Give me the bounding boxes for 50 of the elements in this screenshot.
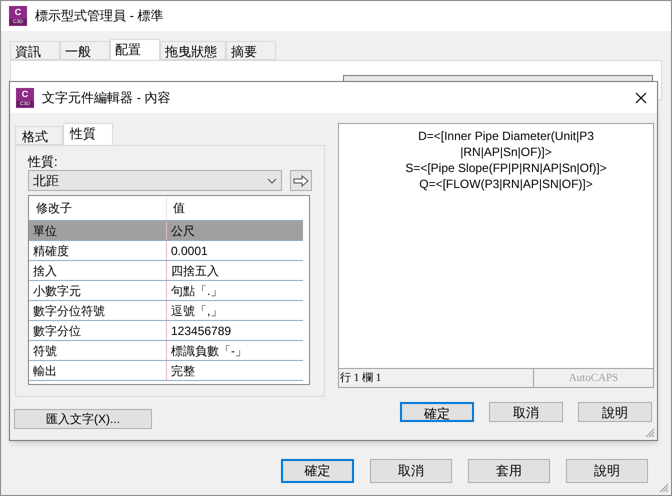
table-cell-text: 標識負數「-」 xyxy=(170,342,247,360)
dialog-button[interactable]: 確定 xyxy=(281,459,354,483)
table-cell-text: 四捨五入 xyxy=(170,262,219,280)
dialog-button[interactable]: 說明 xyxy=(566,459,648,483)
table-cell: 輸出 xyxy=(29,361,167,380)
cursor-position: 行 1 欄 1 xyxy=(339,371,382,386)
tab[interactable]: 資訊 xyxy=(10,41,60,60)
window-title: 標示型式管理員 - 標準 xyxy=(35,7,164,26)
property-dropdown[interactable]: 北距 xyxy=(28,170,282,191)
import-text-button[interactable]: 匯入文字(X)... xyxy=(14,409,152,429)
dialog-button[interactable]: 說明 xyxy=(578,402,652,422)
table-row[interactable]: 單位 公尺 xyxy=(29,220,303,240)
preview-text-line: |RN|AP|Sn|OF)]> xyxy=(460,144,552,160)
table-row[interactable]: 數字分位符號 逗號「,」 xyxy=(29,300,303,320)
tab[interactable]: 拖曳狀態 xyxy=(160,41,226,60)
tab[interactable]: 摘要 xyxy=(226,41,276,60)
field-label: 性質: xyxy=(28,153,59,170)
dialog-button[interactable]: 套用 xyxy=(468,459,550,483)
table-cell-text: 公尺 xyxy=(170,222,195,240)
table-row[interactable]: 捨入 四捨五入 xyxy=(29,260,303,280)
tab[interactable]: 性質 xyxy=(63,123,113,145)
table-cell-text: 0.0001 xyxy=(170,242,208,260)
dialog-button[interactable]: 取消 xyxy=(489,402,563,422)
resize-grip-icon[interactable] xyxy=(659,483,669,493)
table-row[interactable]: 數字分位 123456789 xyxy=(29,320,303,340)
chevron-down-icon xyxy=(267,178,277,184)
tab[interactable]: 配置 xyxy=(110,39,160,60)
table-row[interactable]: 精確度 0.0001 xyxy=(29,240,303,260)
table-cell-text: 句點「.」 xyxy=(170,282,222,300)
preview-text-line: Q=<[FLOW(P3|RN|AP|SN|OF)]> xyxy=(419,176,593,192)
table-row[interactable]: 符號 標識負數「-」 xyxy=(29,340,303,360)
table-cell-text: 完整 xyxy=(170,362,195,380)
table-row[interactable]: 輸出 完整 xyxy=(29,360,303,380)
text-preview-area[interactable]: D=<[Inner Pipe Diameter(Unit|P3 |RN|AP|Sn|OF)]> S=<[Pipe Slope(FP|P|RN|AP|Sn|Of)]> Q=<[FLOW(P3|RN|AP|SN|OF)]> xyxy=(338,123,654,368)
close-icon[interactable] xyxy=(635,92,647,104)
table-row[interactable]: 小數字元 句點「.」 xyxy=(29,280,303,300)
dialog-title: 文字元件編輯器 - 內容 xyxy=(42,88,171,107)
tab[interactable]: 格式 xyxy=(15,126,63,145)
preview-text-line: D=<[Inner Pipe Diameter(Unit|P3 xyxy=(418,128,594,144)
table-cell-text: 123456789 xyxy=(170,322,232,340)
preview-text-line: S=<[Pipe Slope(FP|P|RN|AP|Sn|Of)]> xyxy=(405,160,607,176)
arrow-right-icon xyxy=(293,174,309,186)
table-cell-text: 逗號「,」 xyxy=(170,302,222,320)
arrow-button[interactable] xyxy=(290,170,312,191)
tab[interactable]: 一般 xyxy=(60,41,110,60)
dialog-button[interactable]: 確定 xyxy=(400,402,474,422)
column-header[interactable]: 值 xyxy=(167,196,185,220)
status-brand: AutoCAPS xyxy=(533,369,653,387)
resize-grip-icon[interactable] xyxy=(645,428,655,438)
dialog-button[interactable]: 取消 xyxy=(370,459,452,483)
